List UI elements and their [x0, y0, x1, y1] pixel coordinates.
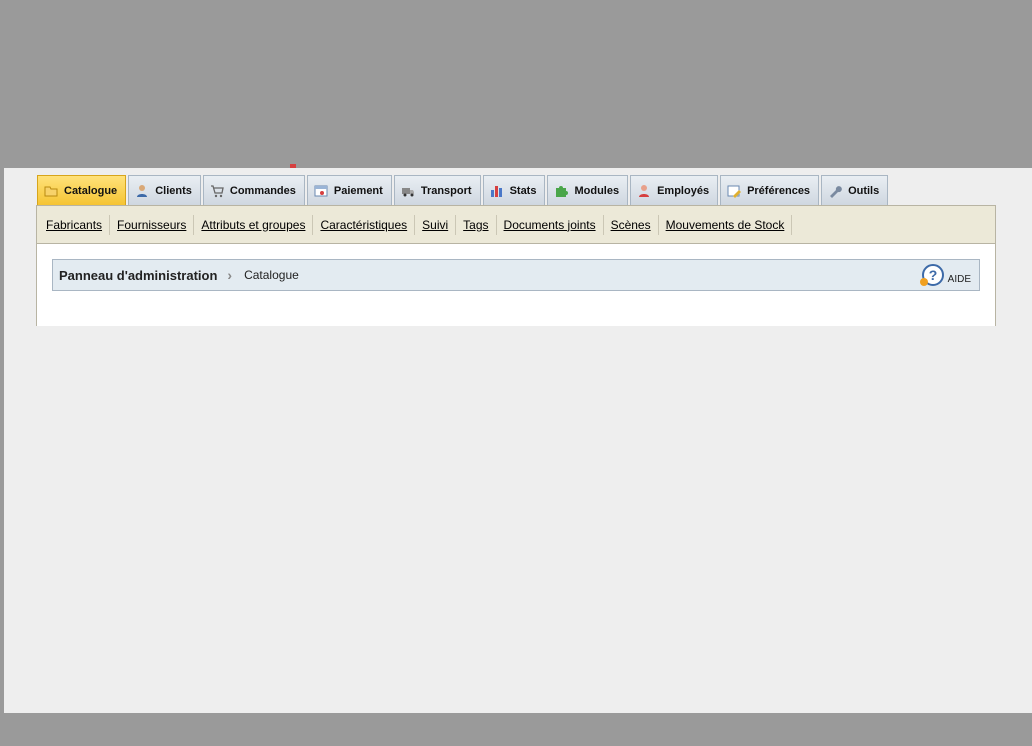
breadcrumb: Panneau d'administration › Catalogue ? A… [52, 259, 980, 291]
payment-icon [314, 184, 328, 198]
wrench-icon [828, 184, 842, 198]
folder-icon [44, 184, 58, 198]
chevron-right-icon: › [227, 267, 233, 283]
subnav-attributs-et-groupes[interactable]: Attributs et groupes [194, 214, 314, 235]
user-icon [135, 184, 149, 198]
preferences-icon [727, 184, 742, 198]
tab-paiement[interactable]: Paiement [306, 175, 392, 205]
tab-modules[interactable]: Modules [547, 175, 629, 205]
subnav-suivi[interactable]: Suivi [415, 214, 457, 235]
tab-catalogue[interactable]: Catalogue [37, 175, 127, 205]
subnav-mouvements-de-stock[interactable]: Mouvements de Stock [659, 214, 793, 235]
tab-label: Catalogue [64, 184, 118, 197]
tab-label: Clients [155, 184, 192, 197]
tab-commandes[interactable]: Commandes [202, 175, 305, 205]
truck-icon [401, 184, 415, 198]
tab-label: Outils [848, 184, 880, 197]
tab-label: Paiement [333, 184, 383, 197]
tab-label: Commandes [229, 184, 296, 197]
tab-preferences[interactable]: Préférences [720, 175, 820, 205]
tab-label: Préférences [747, 184, 811, 197]
help-icon: ? [918, 264, 944, 291]
tab-label: Transport [420, 184, 472, 197]
subnav-fabricants[interactable]: Fabricants [39, 214, 111, 235]
help-label: AIDE [947, 274, 971, 285]
breadcrumb-home[interactable]: Panneau d'administration [59, 268, 217, 283]
main-tab-bar: Catalogue Clients Commandes Paiement Tra… [37, 175, 890, 206]
tab-label: Modules [574, 184, 620, 197]
tab-transport[interactable]: Transport [393, 175, 481, 205]
tab-label: Stats [509, 184, 537, 197]
breadcrumb-current: Catalogue [244, 268, 299, 282]
subnav-documents-joints[interactable]: Documents joints [497, 214, 604, 235]
employee-icon [637, 184, 651, 198]
top-gray-band [0, 0, 1032, 168]
subnav-scenes[interactable]: Scènes [604, 214, 659, 235]
tab-stats[interactable]: Stats [482, 175, 546, 205]
puzzle-icon [554, 184, 569, 198]
subnav-caracteristiques[interactable]: Caractéristiques [313, 214, 416, 235]
tab-outils[interactable]: Outils [821, 175, 889, 205]
content-panel: Panneau d'administration › Catalogue ? A… [36, 244, 996, 326]
bar-chart-icon [490, 184, 504, 198]
bottom-gray-band [0, 713, 1032, 746]
tab-employes[interactable]: Employés [630, 175, 719, 205]
svg-text:?: ? [928, 267, 937, 283]
help-button[interactable]: ? AIDE [918, 264, 971, 291]
subnav-fournisseurs[interactable]: Fournisseurs [110, 214, 195, 235]
subnav-tags[interactable]: Tags [456, 214, 497, 235]
cart-icon [210, 184, 224, 198]
sub-navigation-bar: Fabricants Fournisseurs Attributs et gro… [36, 205, 996, 244]
tab-label: Employés [657, 184, 710, 197]
tab-clients[interactable]: Clients [128, 175, 201, 205]
